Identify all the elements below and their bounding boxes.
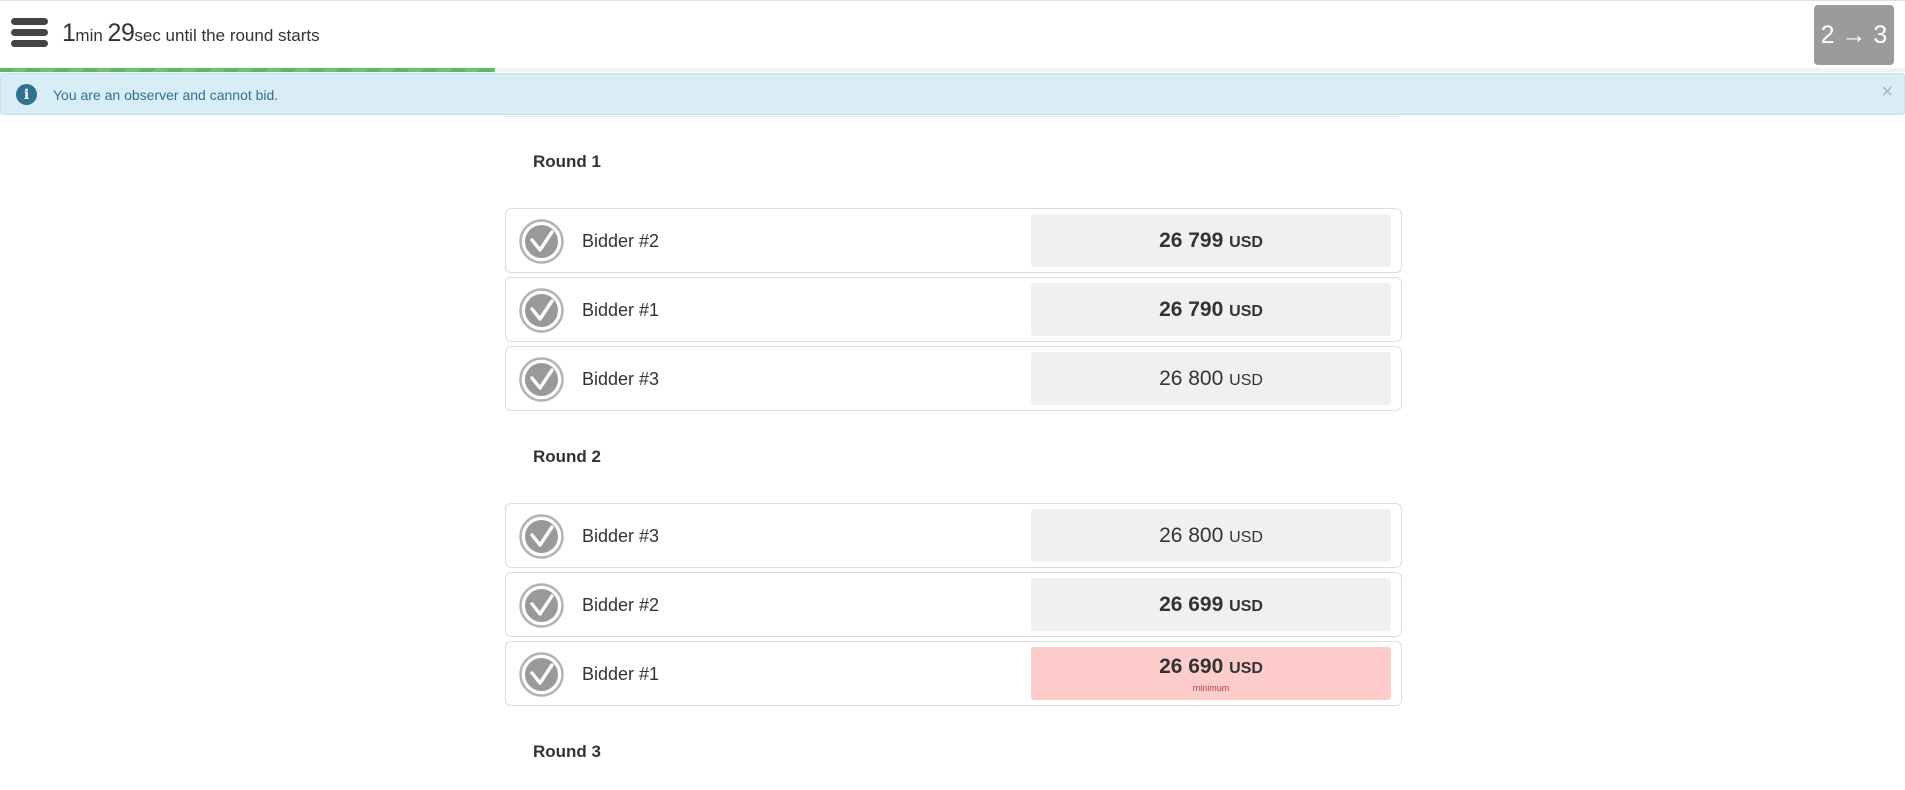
- bid-currency: USD: [1229, 372, 1263, 389]
- check-circle-icon: [519, 583, 564, 628]
- divider: [505, 116, 1400, 117]
- bid-amount: 26 699 USD: [1031, 593, 1391, 617]
- bid-amount: 26 800 USD: [1031, 367, 1391, 391]
- bid-amount-value: 26 800: [1159, 367, 1224, 390]
- bid-amount-value: 26 790: [1159, 298, 1224, 321]
- bid-amount: 26 800 USD: [1031, 524, 1391, 548]
- info-icon: i: [16, 84, 37, 105]
- round-heading: Round 3: [533, 742, 601, 761]
- countdown-timer: 1min 29sec until the round starts: [62, 19, 320, 48]
- bid-row: Bidder #1 26 690 USD minimum: [505, 641, 1402, 706]
- check-circle-icon: [519, 652, 564, 697]
- bid-row: Bidder #2 26 699 USD: [505, 572, 1402, 637]
- close-icon[interactable]: ×: [1881, 82, 1893, 102]
- bidder-name: Bidder #3: [582, 369, 660, 389]
- top-bar: 1min 29sec until the round starts 2 → 3: [0, 0, 1905, 69]
- timer-seconds-unit: sec: [134, 26, 161, 45]
- bid-currency: USD: [1229, 303, 1263, 320]
- bid-amount-value: 26 699: [1159, 593, 1224, 616]
- bid-currency: USD: [1229, 598, 1263, 615]
- bid-row: Bidder #3 26 800 USD: [505, 346, 1402, 411]
- timer-seconds: 29: [107, 19, 135, 47]
- bid-amount: 26 790 USD: [1031, 298, 1391, 322]
- bid-amount: 26 799 USD: [1031, 229, 1391, 253]
- bid-amount-box: 26 799 USD: [1031, 214, 1391, 267]
- bid-row: Bidder #2 26 799 USD: [505, 208, 1402, 273]
- bid-amount-box: 26 800 USD: [1031, 352, 1391, 405]
- check-circle-icon: [519, 288, 564, 333]
- bid-amount-box: 26 699 USD: [1031, 578, 1391, 631]
- hamburger-menu-icon[interactable]: [11, 18, 48, 52]
- round-heading: Round 2: [533, 447, 601, 466]
- timer-suffix: until the round starts: [160, 26, 320, 45]
- bidder-name: Bidder #3: [582, 526, 660, 546]
- round-progress-fill: [0, 68, 496, 72]
- check-circle-icon: [519, 219, 564, 264]
- bidder-name: Bidder #2: [582, 231, 660, 251]
- check-circle-icon: [519, 357, 564, 402]
- bid-amount-value: 26 800: [1159, 524, 1224, 547]
- bid-amount-box: 26 790 USD: [1031, 283, 1391, 336]
- bid-amount: 26 690 USD: [1031, 655, 1391, 679]
- bid-currency: USD: [1229, 529, 1263, 546]
- bid-currency: USD: [1229, 234, 1263, 251]
- round-heading: Round 1: [533, 152, 601, 171]
- bid-row: Bidder #1 26 790 USD: [505, 277, 1402, 342]
- bidder-name: Bidder #2: [582, 595, 660, 615]
- bid-amount-value: 26 690: [1159, 655, 1224, 678]
- minimum-label: minimum: [1192, 683, 1230, 693]
- round-progress-bar: [0, 68, 1905, 72]
- bid-row: Bidder #3 26 800 USD: [505, 503, 1402, 568]
- timer-minutes: 1: [62, 19, 76, 47]
- check-circle-icon: [519, 514, 564, 559]
- timer-minutes-unit: min: [75, 26, 103, 45]
- bid-amount-value: 26 799: [1159, 229, 1224, 252]
- bidder-name: Bidder #1: [582, 664, 660, 684]
- alert-message: You are an observer and cannot bid.: [53, 87, 279, 103]
- bid-amount-box-minimum: 26 690 USD minimum: [1031, 647, 1391, 700]
- round-indicator-button[interactable]: 2 → 3: [1814, 5, 1894, 65]
- bidder-name: Bidder #1: [582, 300, 660, 320]
- observer-alert: i You are an observer and cannot bid. ×: [0, 73, 1905, 115]
- bid-currency: USD: [1229, 660, 1263, 677]
- bid-amount-box: 26 800 USD: [1031, 509, 1391, 562]
